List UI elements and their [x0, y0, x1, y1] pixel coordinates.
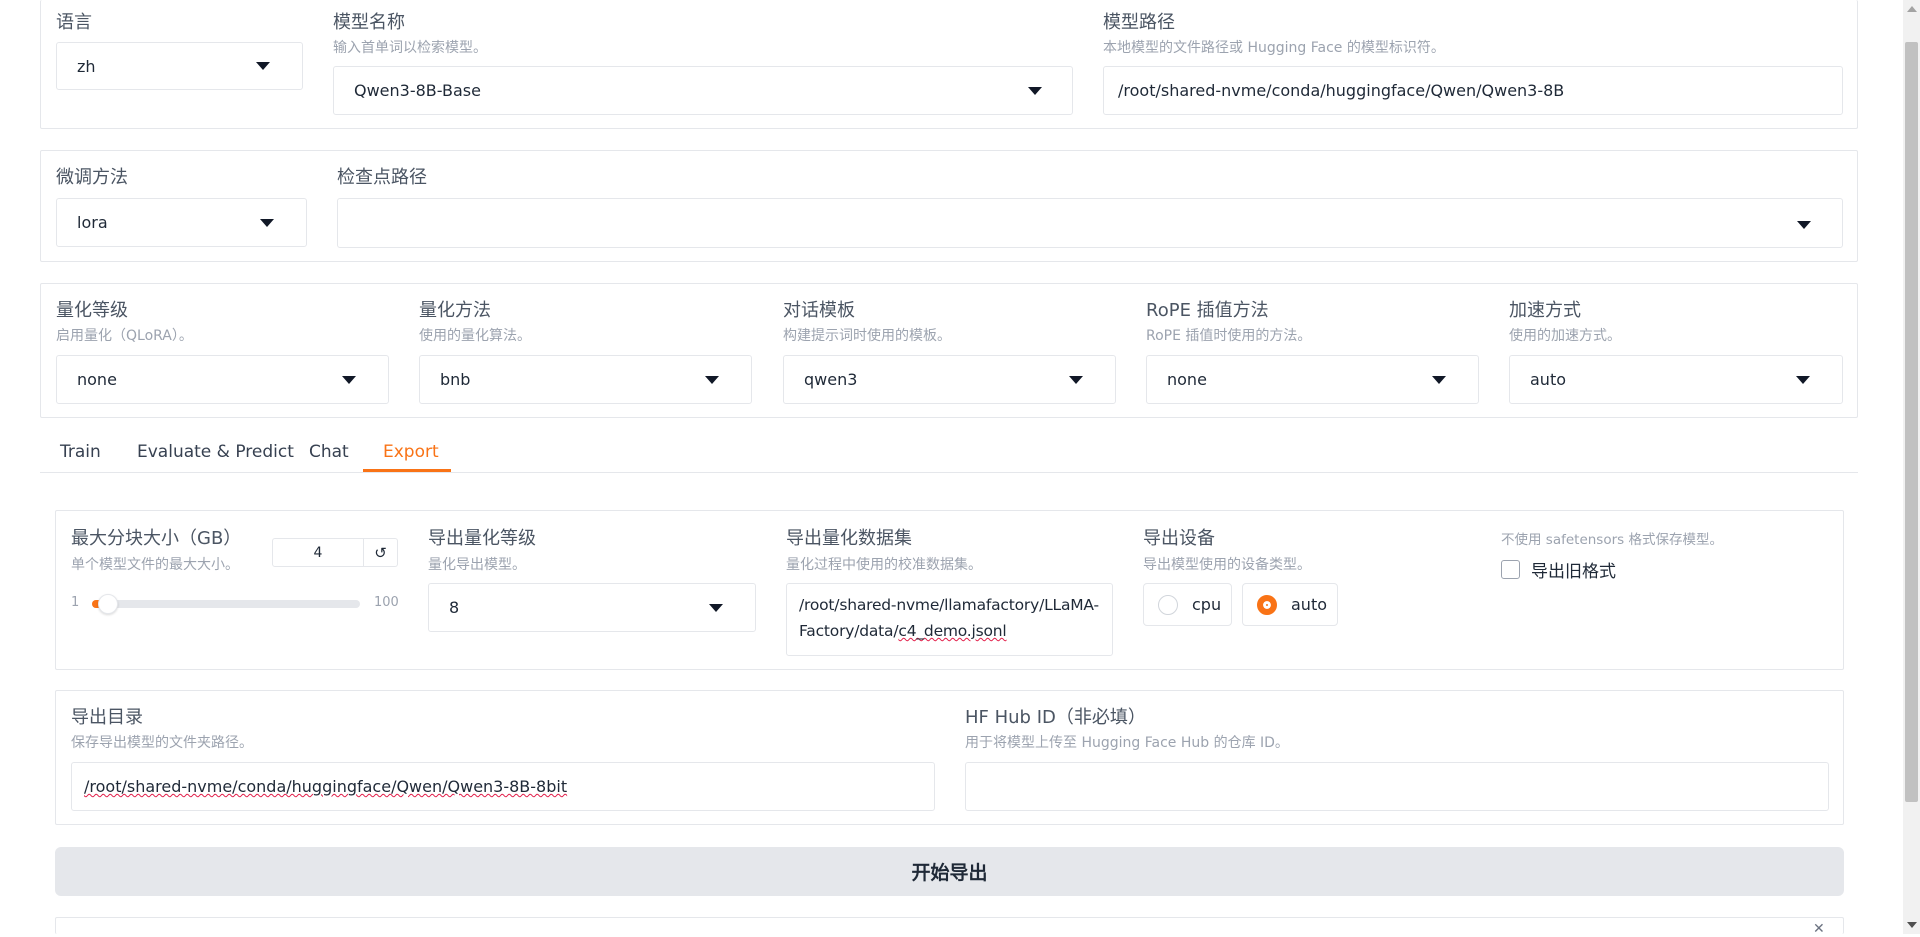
booster-label: 加速方式	[1509, 300, 1581, 321]
shard-size-reset-button[interactable]: ↺	[364, 538, 398, 567]
tab-chat[interactable]: Chat	[309, 442, 349, 462]
export-dir-hint: 保存导出模型的文件夹路径。	[71, 735, 253, 751]
export-device-option-cpu[interactable]: cpu	[1143, 583, 1232, 626]
export-quant-dataset-file: c4_demo.jsonl	[898, 622, 1007, 640]
chevron-down-icon	[709, 603, 723, 612]
language-dropdown[interactable]: zh	[56, 42, 303, 90]
export-quant-bit-dropdown[interactable]: 8	[428, 583, 756, 632]
chevron-down-icon	[342, 375, 356, 384]
export-quant-bit-value: 8	[449, 598, 460, 617]
export-device-option-auto[interactable]: auto	[1242, 583, 1338, 626]
chevron-down-icon	[1797, 221, 1811, 229]
model-path-label: 模型路径	[1103, 12, 1175, 33]
legacy-format-label[interactable]: 导出旧格式	[1531, 557, 1616, 582]
rope-scaling-hint: RoPE 插值时使用的方法。	[1146, 328, 1312, 344]
export-output-box	[55, 917, 1844, 934]
chat-template-dropdown[interactable]: qwen3	[783, 355, 1116, 404]
model-path-value: /root/shared-nvme/conda/huggingface/Qwen…	[1118, 81, 1565, 100]
finetune-method-value: lora	[77, 213, 108, 232]
legacy-format-checkbox[interactable]	[1501, 560, 1520, 579]
start-export-button[interactable]: 开始导出	[55, 847, 1844, 896]
export-device-cpu-label: cpu	[1192, 595, 1222, 614]
shard-size-number-input[interactable]: 4	[272, 538, 364, 567]
export-quant-dataset-label: 导出量化数据集	[786, 528, 912, 549]
hub-id-label: HF Hub ID（非必填）	[965, 707, 1146, 728]
export-quant-bit-label: 导出量化等级	[428, 528, 536, 549]
reset-icon: ↺	[374, 543, 387, 562]
tab-evaluate-predict[interactable]: Evaluate & Predict	[137, 442, 294, 462]
quant-method-value: bnb	[440, 370, 471, 389]
scroll-down-arrow-icon[interactable]	[1907, 922, 1917, 928]
active-tab-indicator	[363, 469, 451, 472]
quant-level-dropdown[interactable]: none	[56, 355, 389, 404]
shard-size-max-label: 100	[374, 595, 399, 610]
chevron-down-icon	[256, 62, 270, 70]
shard-size-hint: 单个模型文件的最大大小。	[71, 557, 239, 573]
model-name-hint: 输入首单词以检索模型。	[333, 40, 487, 56]
shard-size-slider-thumb[interactable]	[98, 594, 118, 614]
model-name-label: 模型名称	[333, 12, 405, 33]
finetune-method-dropdown[interactable]: lora	[56, 198, 307, 247]
chat-template-value: qwen3	[804, 370, 858, 389]
booster-dropdown[interactable]: auto	[1509, 355, 1843, 404]
export-quant-bit-hint: 量化导出模型。	[428, 557, 526, 573]
chat-template-label: 对话模板	[783, 300, 855, 321]
chevron-down-icon	[260, 218, 274, 227]
quant-level-hint: 启用量化（QLoRA）。	[56, 328, 193, 344]
export-quant-dataset-line-2: Factory/data/c4_demo.jsonl	[799, 618, 1100, 644]
language-value: zh	[77, 56, 96, 76]
checkpoint-path-label: 检查点路径	[337, 167, 427, 188]
export-device-auto-label: auto	[1291, 595, 1328, 614]
booster-hint: 使用的加速方式。	[1509, 328, 1621, 344]
hub-id-hint: 用于将模型上传至 Hugging Face Hub 的仓库 ID。	[965, 735, 1289, 751]
tab-train[interactable]: Train	[60, 442, 101, 462]
shard-size-label: 最大分块大小（GB）	[71, 528, 242, 549]
scroll-up-arrow-icon[interactable]	[1907, 6, 1917, 12]
export-quant-dataset-dir: Factory/data/	[799, 622, 899, 640]
finetune-method-label: 微调方法	[56, 167, 128, 188]
chevron-down-icon	[1028, 86, 1042, 95]
language-label: 语言	[56, 12, 92, 33]
start-export-label: 开始导出	[911, 862, 988, 884]
export-quant-dataset-line-1: /root/shared-nvme/llamafactory/LLaMA-	[799, 596, 1099, 614]
model-name-value: Qwen3-8B-Base	[354, 81, 481, 100]
quant-method-label: 量化方法	[419, 300, 491, 321]
model-path-input[interactable]: /root/shared-nvme/conda/huggingface/Qwen…	[1103, 66, 1843, 115]
radio-checked-icon	[1257, 594, 1277, 615]
page-scrollbar-thumb[interactable]	[1905, 42, 1918, 802]
quant-level-label: 量化等级	[56, 300, 128, 321]
export-dir-label: 导出目录	[71, 707, 143, 728]
model-name-dropdown[interactable]: Qwen3-8B-Base	[333, 66, 1073, 115]
quant-level-value: none	[77, 370, 117, 389]
export-quant-dataset-input[interactable]: /root/shared-nvme/llamafactory/LLaMA- Fa…	[786, 583, 1113, 656]
shard-size-slider-track[interactable]	[92, 600, 360, 608]
quant-method-dropdown[interactable]: bnb	[419, 355, 752, 404]
tab-bar	[40, 472, 1858, 473]
close-icon[interactable]: ✕	[1813, 922, 1825, 936]
rope-scaling-value: none	[1167, 370, 1207, 389]
radio-unchecked-icon	[1158, 594, 1178, 615]
shard-size-min-label: 1	[71, 595, 80, 610]
legacy-format-hint: 不使用 safetensors 格式保存模型。	[1501, 532, 1723, 548]
export-dir-input[interactable]: /root/shared-nvme/conda/huggingface/Qwen…	[71, 762, 935, 811]
shard-size-value: 4	[313, 544, 323, 561]
booster-value: auto	[1530, 370, 1567, 389]
checkpoint-path-dropdown[interactable]	[337, 198, 1843, 248]
tab-export[interactable]: Export	[383, 442, 439, 462]
model-path-hint: 本地模型的文件路径或 Hugging Face 的模型标识符。	[1103, 40, 1445, 56]
chevron-down-icon	[705, 375, 719, 384]
export-device-label: 导出设备	[1143, 528, 1215, 549]
chevron-down-icon	[1432, 375, 1446, 384]
export-device-hint: 导出模型使用的设备类型。	[1143, 557, 1311, 573]
chevron-down-icon	[1069, 375, 1083, 384]
hub-id-input[interactable]	[965, 762, 1829, 811]
rope-scaling-label: RoPE 插值方法	[1146, 300, 1269, 321]
quant-method-hint: 使用的量化算法。	[419, 328, 531, 344]
export-quant-dataset-hint: 量化过程中使用的校准数据集。	[786, 557, 982, 573]
export-dir-value: /root/shared-nvme/conda/huggingface/Qwen…	[84, 777, 568, 796]
chevron-down-icon	[1796, 375, 1810, 384]
chat-template-hint: 构建提示词时使用的模板。	[783, 328, 951, 344]
rope-scaling-dropdown[interactable]: none	[1146, 355, 1479, 404]
